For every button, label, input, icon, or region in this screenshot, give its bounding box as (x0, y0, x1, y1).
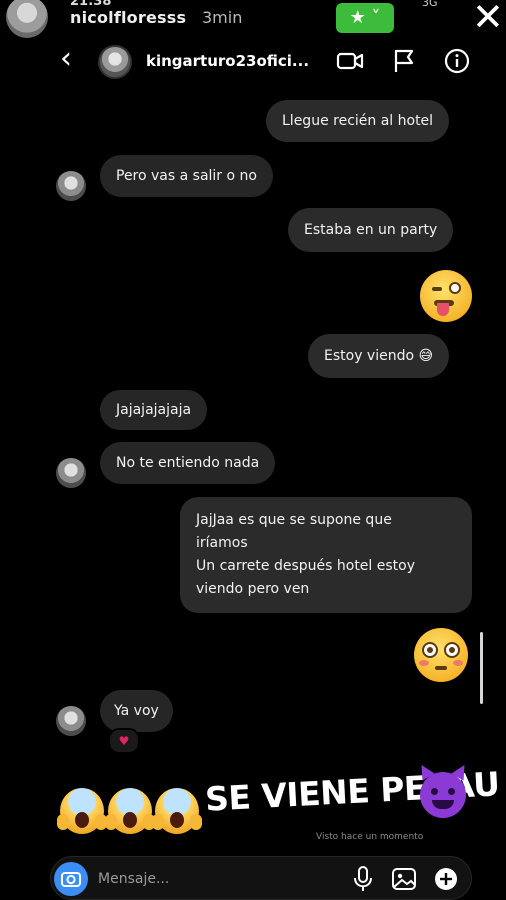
message-bubble[interactable]: JajJaa es que se supone que iríamos Un c… (180, 497, 472, 613)
story-username[interactable]: nicolfloresss (70, 8, 186, 27)
camera-icon[interactable] (54, 862, 88, 896)
heart-reaction[interactable]: ♥ (108, 728, 140, 754)
contact-avatar-small[interactable] (56, 458, 86, 488)
message-text: Llegue recién al hotel (282, 113, 434, 129)
message-bubble[interactable]: Llegue recién al hotel (266, 100, 450, 142)
message-bubble[interactable]: Estoy viendo 😅 (308, 334, 450, 378)
seen-status: Visto hace un momento (316, 832, 424, 842)
message-text: Jajajajajaja (116, 402, 192, 418)
face-screaming-in-fear-emoji (152, 788, 202, 834)
contact-name[interactable]: kingarturo23ofici... (146, 52, 309, 70)
network-status: 3G (422, 0, 438, 9)
message-line: JajJaa es que se supone que (196, 512, 392, 528)
message-line: iríamos (196, 535, 248, 551)
message-bubble[interactable]: Jajajajajaja (100, 390, 208, 430)
message-text: Estaba en un party (304, 222, 438, 238)
scrollbar[interactable] (480, 632, 483, 704)
face-screaming-in-fear-emoji (57, 788, 107, 834)
contact-avatar-small[interactable] (56, 171, 86, 201)
winking-tongue-face-emoji[interactable] (420, 270, 472, 322)
story-header: 21:38 nicolfloresss 3min ★ ˅ 3G ✕ (0, 0, 506, 40)
message-text: No te entiendo nada (116, 455, 260, 471)
message-bubble[interactable]: No te entiendo nada (100, 442, 276, 484)
face-screaming-in-fear-emoji (105, 788, 155, 834)
heart-icon: ♥ (118, 734, 130, 748)
contact-avatar[interactable] (98, 45, 132, 79)
add-icon[interactable] (432, 864, 460, 894)
message-bubble[interactable]: Pero vas a salir o no (100, 155, 273, 197)
story-time-ago: 3min (202, 8, 243, 27)
flushed-face-emoji[interactable] (414, 628, 468, 682)
message-line: Un carrete después hotel estoy (196, 558, 416, 574)
gallery-icon[interactable] (390, 864, 418, 894)
message-text: Estoy viendo 😅 (324, 348, 434, 364)
message-line: viendo pero ven (196, 581, 310, 597)
video-call-icon[interactable] (336, 48, 364, 74)
flag-icon[interactable] (392, 48, 416, 74)
contact-avatar-small[interactable] (56, 706, 86, 736)
message-input[interactable] (98, 867, 338, 891)
smiling-face-with-horns-emoji (415, 761, 471, 818)
message-text: Pero vas a salir o no (116, 168, 257, 184)
story-avatar[interactable] (6, 0, 48, 38)
close-friends-badge[interactable]: ★ ˅ (336, 3, 394, 33)
message-bubble[interactable]: Ya voy (100, 690, 173, 732)
message-text: Ya voy (114, 703, 159, 719)
close-icon[interactable]: ✕ (472, 0, 504, 36)
info-icon[interactable] (444, 48, 470, 74)
microphone-icon[interactable] (352, 864, 374, 894)
dm-header: ‹ kingarturo23ofici... (0, 42, 506, 82)
back-icon[interactable]: ‹ (60, 44, 72, 74)
message-bubble[interactable]: Estaba en un party (288, 208, 454, 252)
